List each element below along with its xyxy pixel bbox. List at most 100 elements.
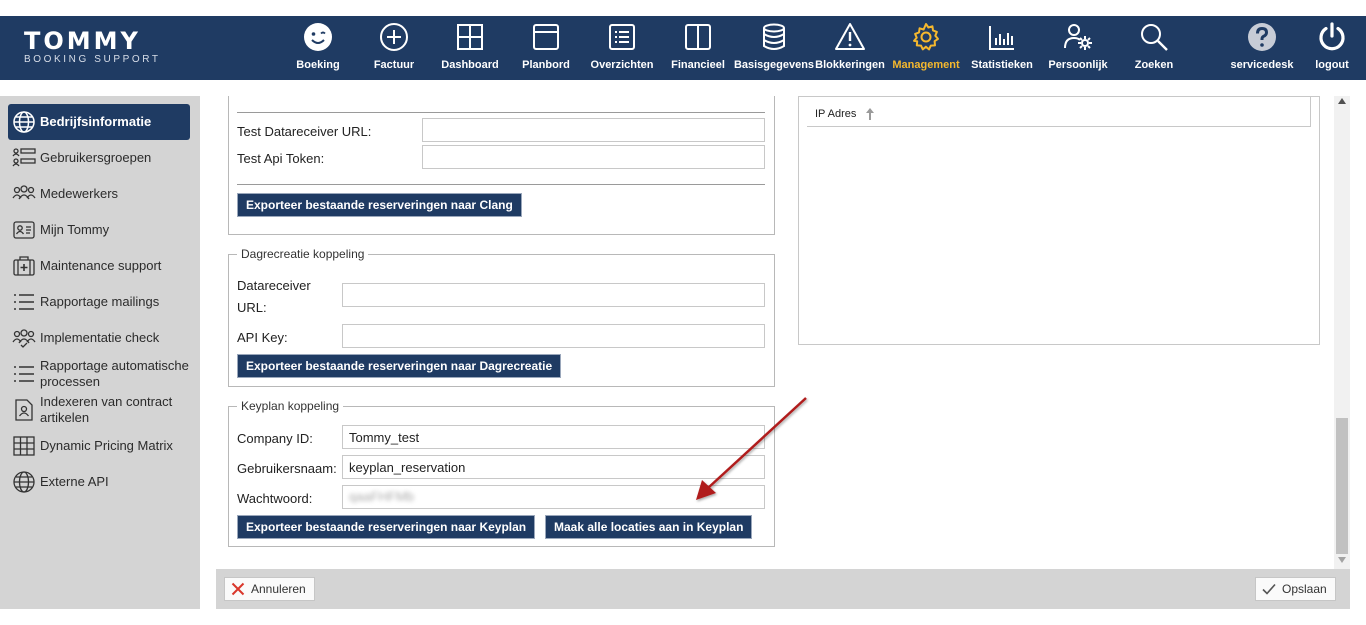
nav-label: Persoonlijk (1048, 59, 1108, 71)
sidebar-item-bedrijfsinformatie[interactable]: Bedrijfsinformatie (8, 104, 190, 140)
nav-label: Blokkeringen (815, 59, 885, 71)
user-groups-icon (11, 145, 37, 171)
globe-icon (11, 109, 37, 135)
test-api-token-label: Test Api Token: (237, 151, 325, 166)
sidebar-item-label: Mijn Tommy (40, 222, 110, 237)
test-api-token-input[interactable] (422, 145, 765, 169)
password-label: Wachtwoord: (237, 491, 313, 506)
nav-servicedesk[interactable]: servicedesk (1231, 16, 1294, 80)
check-icon (1262, 583, 1276, 595)
sidebar-item-label: Gebruikersgroepen (40, 150, 152, 165)
plus-circle-icon (378, 21, 410, 53)
create-keyplan-locations-button[interactable]: Maak alle locaties aan in Keyplan (545, 515, 753, 539)
nav-boeking[interactable]: Boeking (296, 16, 340, 80)
sidebar-item-medewerkers[interactable]: Medewerkers (8, 176, 190, 212)
sidebar-item-label: Dynamic Pricing Matrix (40, 438, 173, 453)
api-key-input[interactable] (342, 324, 765, 348)
annotation-arrow-icon (696, 397, 807, 500)
ip-address-header-label: IP Adres (815, 108, 857, 120)
sidebar-item-gebruikersgroepen[interactable]: Gebruikersgroepen (8, 140, 190, 176)
nav-label: Factuur (373, 59, 415, 71)
cancel-button[interactable]: Annuleren (224, 577, 315, 601)
divider (237, 112, 765, 113)
content-scrollbar[interactable] (1334, 96, 1350, 569)
close-icon (231, 582, 245, 596)
database-icon (758, 21, 790, 53)
save-button[interactable]: Opslaan (1255, 577, 1336, 601)
nav-label: Overzichten (590, 59, 654, 71)
sidebar-item-label: Maintenance support (40, 258, 162, 273)
brand-name: TOMMY (24, 27, 141, 55)
nav-dashboard[interactable]: Dashboard (441, 16, 499, 80)
nav-management[interactable]: Management (892, 16, 960, 80)
sidebar-item-dynamic-pricing-matrix[interactable]: Dynamic Pricing Matrix (8, 428, 190, 464)
nav-blokkeringen[interactable]: Blokkeringen (815, 16, 885, 80)
sidebar-item-label: Medewerkers (40, 186, 119, 201)
nav-label: Management (892, 59, 960, 71)
document-user-icon (11, 397, 37, 423)
sidebar-item-label: Implementatie check (40, 330, 160, 345)
test-datareceiver-url-input[interactable] (422, 118, 765, 142)
export-clang-button[interactable]: Exporteer bestaande reserveringen naar C… (237, 193, 522, 217)
dagrecreatie-fieldset: Dagrecreatie koppeling Datareceiver URL:… (228, 247, 775, 387)
nav-zoeken[interactable]: Zoeken (1132, 16, 1176, 80)
smiley-icon (302, 21, 334, 53)
nav-label: Financieel (671, 59, 725, 71)
nav-overzichten[interactable]: Overzichten (591, 16, 653, 80)
sidebar-item-label: Indexeren van contract artikelen (40, 394, 173, 425)
ip-address-column-header[interactable]: IP Adres (807, 97, 1311, 127)
export-keyplan-button[interactable]: Exporteer bestaande reserveringen naar K… (237, 515, 536, 539)
scroll-up-icon[interactable] (1338, 98, 1346, 104)
nav-label: Boeking (296, 59, 340, 71)
sidebar-item-mijn-tommy[interactable]: Mijn Tommy (8, 212, 190, 248)
sidebar-item-externe-api[interactable]: Externe API (8, 464, 190, 500)
sidebar-item-label: Bedrijfsinformatie (40, 114, 152, 129)
nav-label: Basisgegevens (733, 59, 815, 71)
datareceiver-url-input[interactable] (342, 283, 765, 307)
dagrecreatie-legend: Dagrecreatie koppeling (237, 247, 369, 261)
users-icon (11, 181, 37, 207)
nav-factuur[interactable]: Factuur (372, 16, 416, 80)
company-id-label: Company ID: (237, 431, 313, 446)
datareceiver-label-url: URL: (237, 300, 267, 315)
globe-icon (11, 469, 37, 495)
gear-icon (910, 21, 942, 53)
nav-logout[interactable]: logout (1310, 16, 1354, 80)
id-card-icon (11, 217, 37, 243)
nav-label: Statistieken (971, 59, 1033, 71)
main-content: Test Datareceiver URL: Test Api Token: E… (216, 96, 1334, 569)
brand-logo[interactable]: TOMMY BOOKING SUPPORT (24, 28, 190, 66)
scroll-thumb[interactable] (1336, 418, 1348, 554)
grid-icon (454, 21, 486, 53)
divider (237, 184, 765, 185)
search-icon (1138, 21, 1170, 53)
export-dagrecreatie-button[interactable]: Exporteer bestaande reserveringen naar D… (237, 354, 562, 378)
nav-basisgegevens[interactable]: Basisgegevens (734, 16, 814, 80)
scroll-down-icon[interactable] (1338, 557, 1346, 563)
medkit-icon (11, 253, 37, 279)
bar-chart-icon (986, 21, 1018, 53)
sidebar-item-label: Rapportage mailings (40, 294, 160, 309)
warning-icon (834, 21, 866, 53)
sidebar-item-implementatie-check[interactable]: Implementatie check (8, 320, 190, 356)
sidebar-item-maintenance-support[interactable]: Maintenance support (8, 248, 190, 284)
sidebar-item-rapportage-automatische-processen[interactable]: Rapportage automatische processen (8, 356, 190, 392)
username-label: Gebruikersnaam: (237, 461, 337, 476)
api-key-label: API Key: (237, 330, 288, 345)
nav-planbord[interactable]: Planbord (522, 16, 570, 80)
sidebar-item-indexeren-contract-artikelen[interactable]: Indexeren van contract artikelen (8, 392, 190, 428)
nav-label: Dashboard (441, 59, 499, 71)
nav-persoonlijk[interactable]: Persoonlijk (1048, 16, 1108, 80)
window-icon (530, 21, 562, 53)
team-icon (11, 325, 37, 351)
sidebar-item-label: Externe API (40, 474, 109, 489)
cancel-label: Annuleren (251, 582, 306, 596)
save-label: Opslaan (1282, 582, 1327, 596)
nav-label: servicedesk (1230, 59, 1294, 71)
sidebar-item-rapportage-mailings[interactable]: Rapportage mailings (8, 284, 190, 320)
nav-label: logout (1315, 59, 1349, 71)
list-icon (11, 361, 37, 387)
nav-financieel[interactable]: Financieel (671, 16, 725, 80)
nav-statistieken[interactable]: Statistieken (971, 16, 1033, 80)
list-icon (11, 289, 37, 315)
